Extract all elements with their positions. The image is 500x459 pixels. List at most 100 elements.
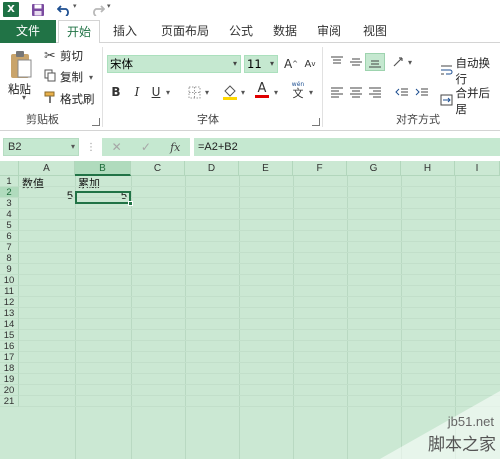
select-all-corner[interactable] — [0, 161, 19, 176]
align-middle-icon[interactable] — [346, 53, 366, 71]
name-box[interactable]: B2 ▾ — [3, 138, 79, 156]
column-header-d[interactable]: D — [185, 161, 239, 176]
increase-indent-icon[interactable] — [412, 83, 432, 101]
gridline — [19, 329, 500, 330]
insert-function-icon[interactable]: fx — [170, 141, 180, 154]
column-header-h[interactable]: H — [401, 161, 455, 176]
bold-button[interactable]: B — [106, 83, 126, 101]
orientation-icon[interactable]: ▾ — [392, 53, 412, 71]
alignment-group-label: 对齐方式 — [396, 113, 440, 126]
format-painter-button[interactable]: 格式刷 — [44, 91, 95, 107]
excel-logo-icon: X — [3, 2, 19, 17]
row-header-10[interactable]: 10 — [0, 275, 19, 286]
row-header-14[interactable]: 14 — [0, 319, 19, 330]
row-header-15[interactable]: 15 — [0, 330, 19, 341]
ribbon: 粘贴 ▾ ✂ 剪切 复制 ▾ 格式刷 剪贴板 宋体 ▾ 11 ▾ A ^ Av B I U… — [0, 43, 500, 131]
copy-button[interactable]: 复制 ▾ — [44, 69, 93, 85]
tab-data[interactable]: 数据 — [266, 20, 304, 43]
formula-bar-grip-icon: ⋮ — [86, 142, 96, 153]
gridline — [19, 307, 500, 308]
font-dialog-launcher-icon[interactable] — [312, 118, 320, 126]
row-header-17[interactable]: 17 — [0, 352, 19, 363]
font-color-dropdown-icon[interactable]: ▾ — [274, 88, 278, 97]
align-left-icon[interactable] — [327, 83, 347, 101]
gridline — [19, 230, 500, 231]
row-header-1[interactable]: 1 — [0, 176, 19, 187]
column-header-a[interactable]: A — [19, 161, 75, 176]
ribbon-separator — [322, 47, 323, 127]
align-center-icon[interactable] — [346, 83, 366, 101]
clipboard-group-label: 剪贴板 — [26, 113, 59, 126]
row-header-21[interactable]: 21 — [0, 396, 19, 407]
row-header-9[interactable]: 9 — [0, 264, 19, 275]
row-header-5[interactable]: 5 — [0, 220, 19, 231]
column-header-c[interactable]: C — [131, 161, 185, 176]
shrink-font-button[interactable]: Av — [300, 55, 320, 73]
phonetic-guide-icon[interactable]: wén 文 — [288, 81, 308, 99]
tab-review[interactable]: 审阅 — [310, 20, 348, 43]
undo-icon[interactable] — [56, 2, 72, 17]
formula-bar: B2 ▾ ⋮ ✕ ✓ fx =A2+B2 — [0, 131, 500, 161]
watermark: jb51.net 脚本之家 — [380, 391, 500, 459]
phonetic-dropdown-icon[interactable]: ▾ — [309, 88, 313, 97]
underline-button[interactable]: U — [146, 83, 166, 101]
clipboard-dialog-launcher-icon[interactable] — [92, 118, 100, 126]
row-header-4[interactable]: 4 — [0, 209, 19, 220]
row-header-2[interactable]: 2 — [0, 187, 19, 198]
tab-view[interactable]: 视图 — [356, 20, 394, 43]
align-bottom-icon[interactable] — [365, 53, 385, 71]
fill-handle[interactable] — [128, 201, 133, 206]
paste-dropdown-icon[interactable]: ▾ — [22, 93, 26, 102]
paste-icon[interactable] — [6, 47, 36, 83]
underline-dropdown-icon[interactable]: ▾ — [166, 88, 170, 97]
enter-icon[interactable]: ✓ — [141, 140, 151, 154]
font-name-select[interactable]: 宋体 ▾ — [107, 55, 241, 73]
row-header-8[interactable]: 8 — [0, 253, 19, 264]
borders-icon[interactable] — [184, 83, 204, 101]
row-header-16[interactable]: 16 — [0, 341, 19, 352]
tab-page-layout[interactable]: 页面布局 — [152, 20, 218, 43]
column-header-f[interactable]: F — [293, 161, 347, 176]
align-right-icon[interactable] — [365, 83, 385, 101]
borders-dropdown-icon[interactable]: ▾ — [205, 88, 209, 97]
cell-a1[interactable]: 数值 — [22, 178, 44, 189]
row-header-3[interactable]: 3 — [0, 198, 19, 209]
align-top-icon[interactable] — [327, 53, 347, 71]
tab-insert[interactable]: 插入 — [106, 20, 144, 43]
italic-button[interactable]: I — [127, 83, 147, 101]
row-header-11[interactable]: 11 — [0, 286, 19, 297]
formula-input[interactable]: =A2+B2 — [194, 138, 500, 156]
wrap-text-button[interactable]: 自动换行 — [440, 55, 500, 87]
column-header-g[interactable]: G — [347, 161, 401, 176]
font-size-select[interactable]: 11 ▾ — [244, 55, 278, 73]
tab-home[interactable]: 开始 — [58, 20, 100, 44]
save-icon[interactable] — [30, 2, 45, 17]
fill-color-icon[interactable] — [220, 83, 240, 101]
undo-dropdown-icon[interactable]: ▾ — [73, 2, 77, 10]
merge-center-button[interactable]: 合并后居 — [440, 85, 500, 117]
row-header-6[interactable]: 6 — [0, 231, 19, 242]
tab-file[interactable]: 文件 — [0, 20, 56, 43]
gridline — [19, 219, 500, 220]
column-header-i[interactable]: I — [455, 161, 500, 176]
format-painter-icon — [44, 91, 60, 107]
column-header-e[interactable]: E — [239, 161, 293, 176]
row-header-12[interactable]: 12 — [0, 297, 19, 308]
cell-b1[interactable]: 累加 — [78, 178, 100, 189]
row-header-18[interactable]: 18 — [0, 363, 19, 374]
row-header-13[interactable]: 13 — [0, 308, 19, 319]
gridline — [19, 274, 500, 275]
column-header-b[interactable]: B — [75, 161, 131, 176]
cut-button[interactable]: ✂ 剪切 — [44, 48, 83, 64]
watermark-name: 脚本之家 — [428, 435, 496, 455]
row-header-19[interactable]: 19 — [0, 374, 19, 385]
row-header-7[interactable]: 7 — [0, 242, 19, 253]
cancel-icon[interactable]: ✕ — [112, 140, 122, 154]
row-header-20[interactable]: 20 — [0, 385, 19, 396]
font-color-icon[interactable]: A — [252, 81, 272, 99]
fill-color-dropdown-icon[interactable]: ▾ — [241, 88, 245, 97]
tab-formulas[interactable]: 公式 — [222, 20, 260, 43]
paste-button[interactable]: 粘贴 — [8, 81, 31, 97]
decrease-indent-icon[interactable] — [392, 83, 412, 101]
grow-font-button[interactable]: A ^ — [281, 55, 301, 73]
